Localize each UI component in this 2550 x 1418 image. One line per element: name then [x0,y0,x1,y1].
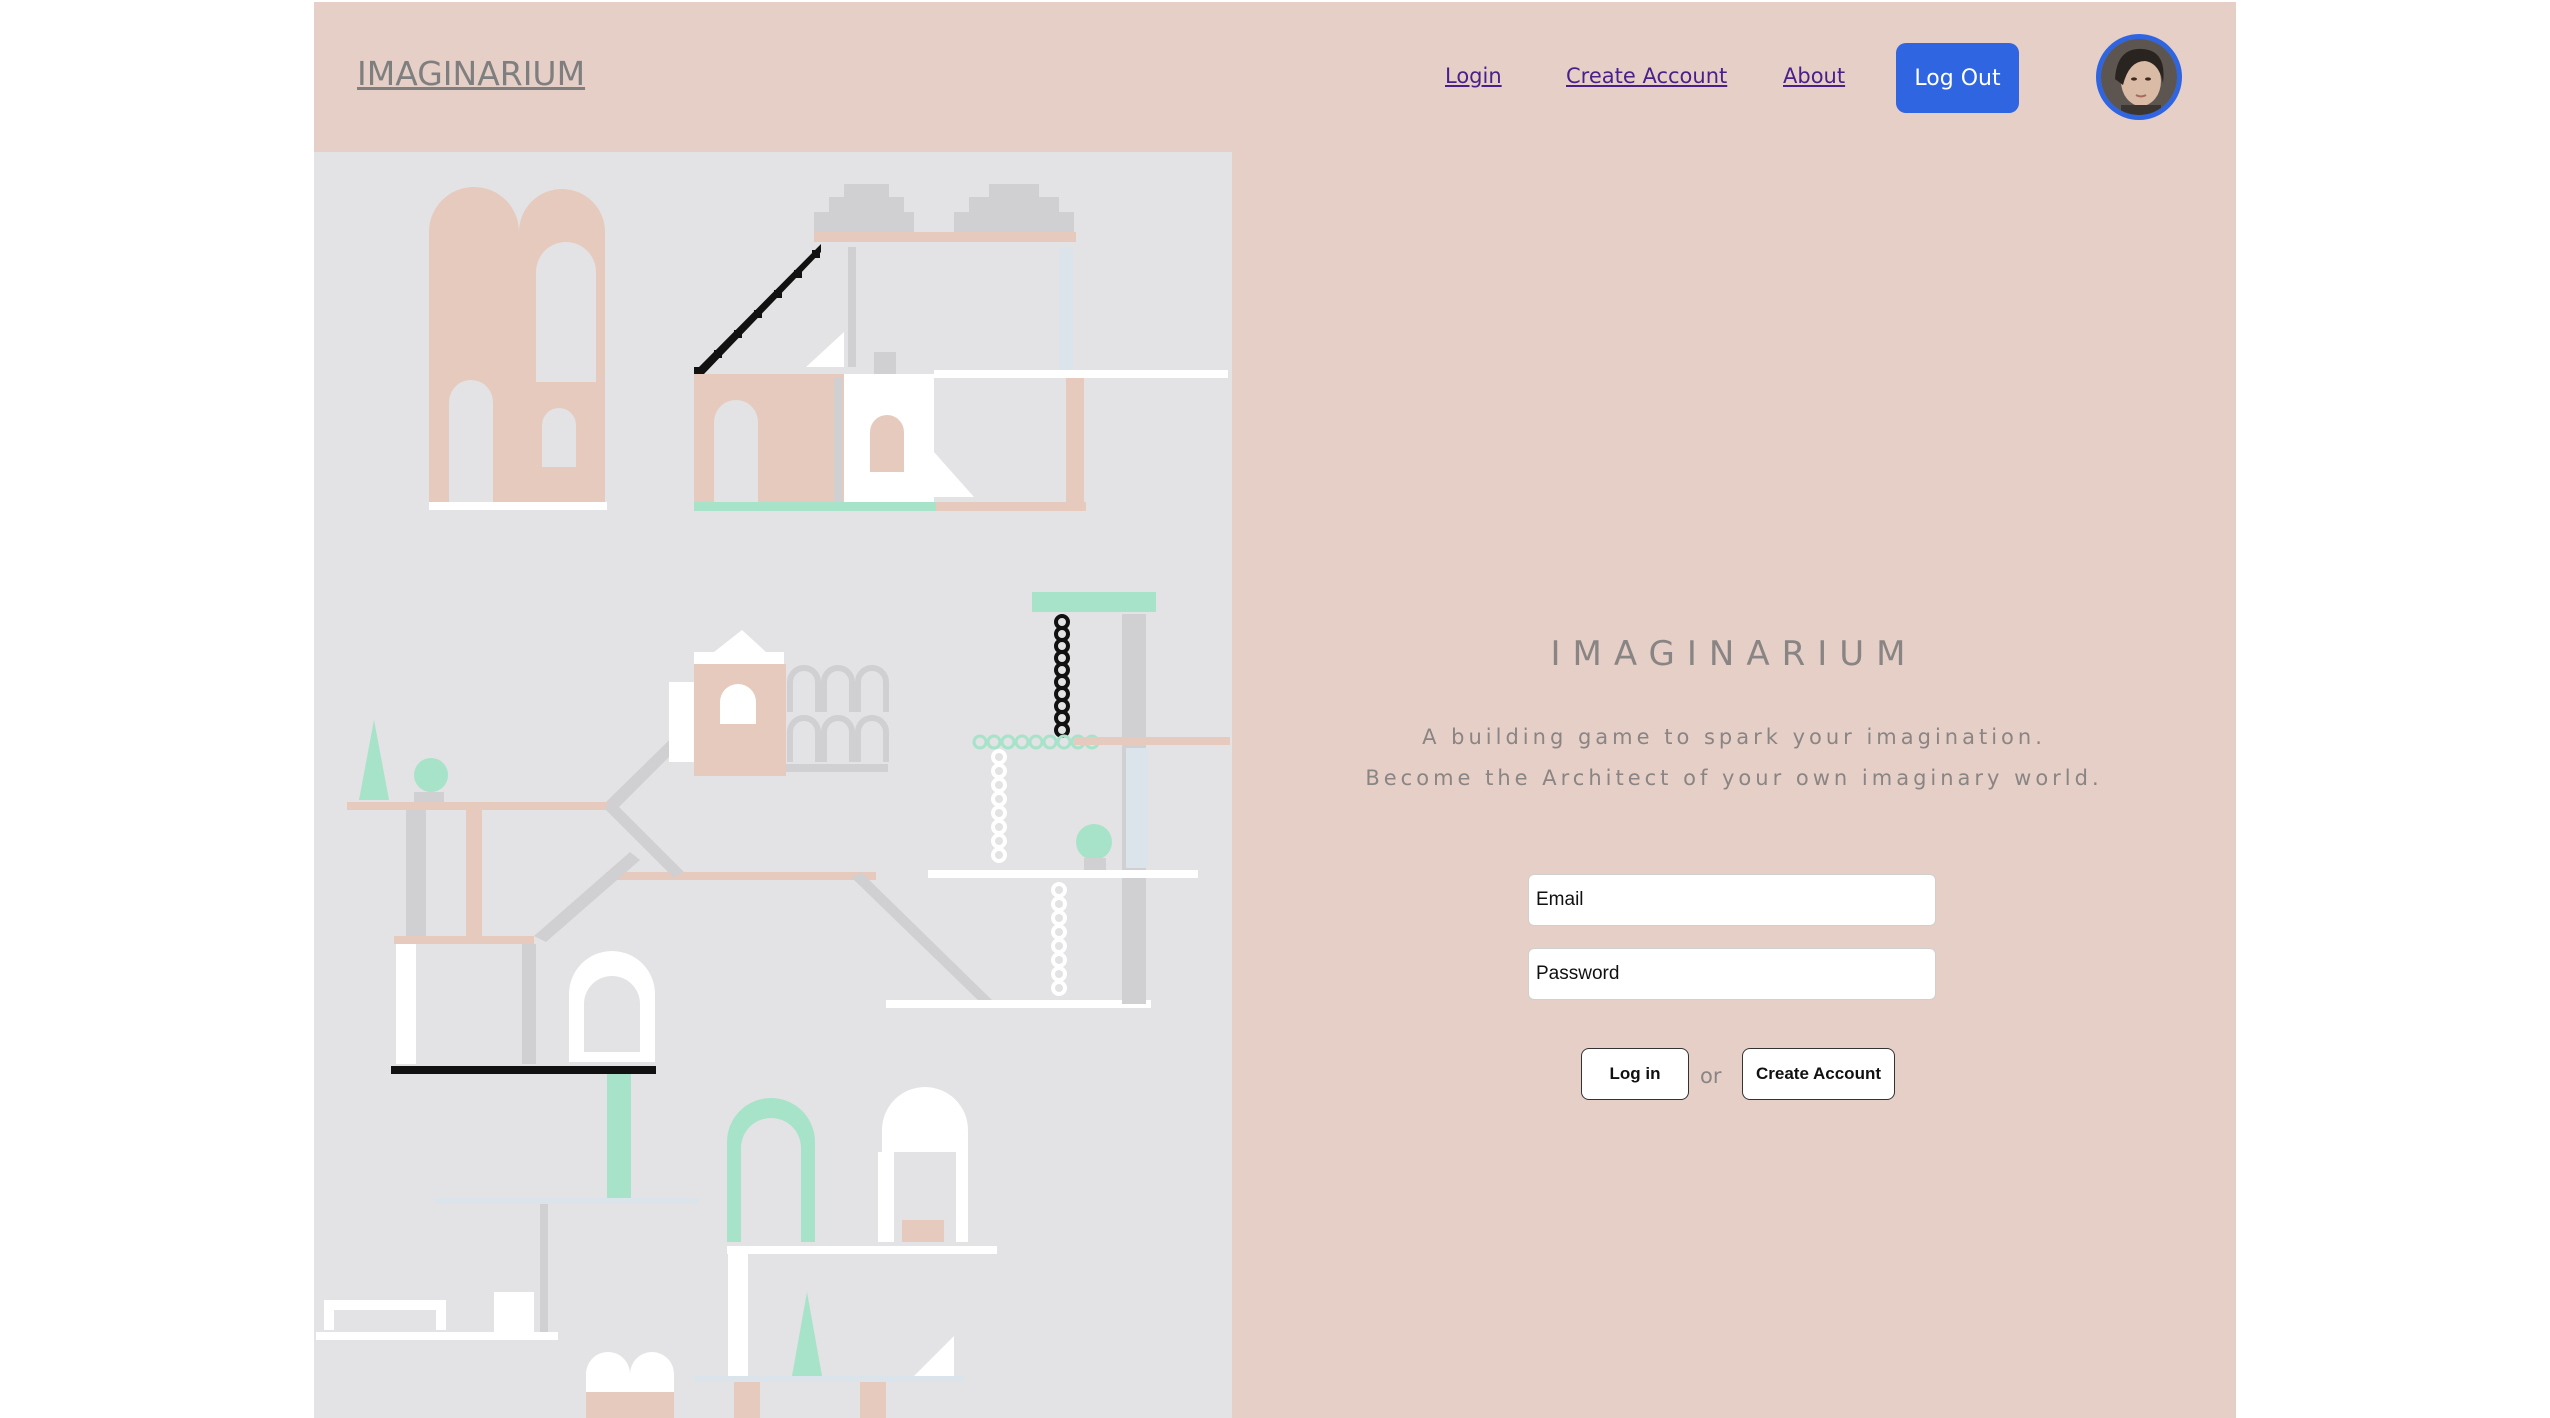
app-window: IMAGINARIUM Login Create Account About L… [314,2,2236,1418]
avatar-portrait-icon [2101,39,2177,115]
login-panel: IMAGINARIUM A building game to spark you… [1232,152,2236,1418]
building-blocks-illustration [314,152,1232,1418]
hero-title: IMAGINARIUM [1550,634,1918,674]
logout-button[interactable]: Log Out [1896,43,2019,113]
hero-tagline-1: A building game to spark your imaginatio… [1422,725,2046,749]
hero-tagline-2: Become the Architect of your own imagina… [1365,766,2103,790]
nav-login-link[interactable]: Login [1445,64,1502,88]
or-separator: or [1700,1064,1722,1088]
create-account-button[interactable]: Create Account [1742,1048,1895,1100]
navbar: IMAGINARIUM Login Create Account About L… [314,2,2236,152]
nav-create-account-link[interactable]: Create Account [1566,64,1727,88]
nav-about-link[interactable]: About [1783,64,1845,88]
user-avatar[interactable] [2096,34,2182,120]
illustration-panel [314,152,1232,1418]
login-button[interactable]: Log in [1581,1048,1689,1100]
brand-link[interactable]: IMAGINARIUM [357,54,585,93]
email-field[interactable] [1528,874,1936,926]
password-field[interactable] [1528,948,1936,1000]
